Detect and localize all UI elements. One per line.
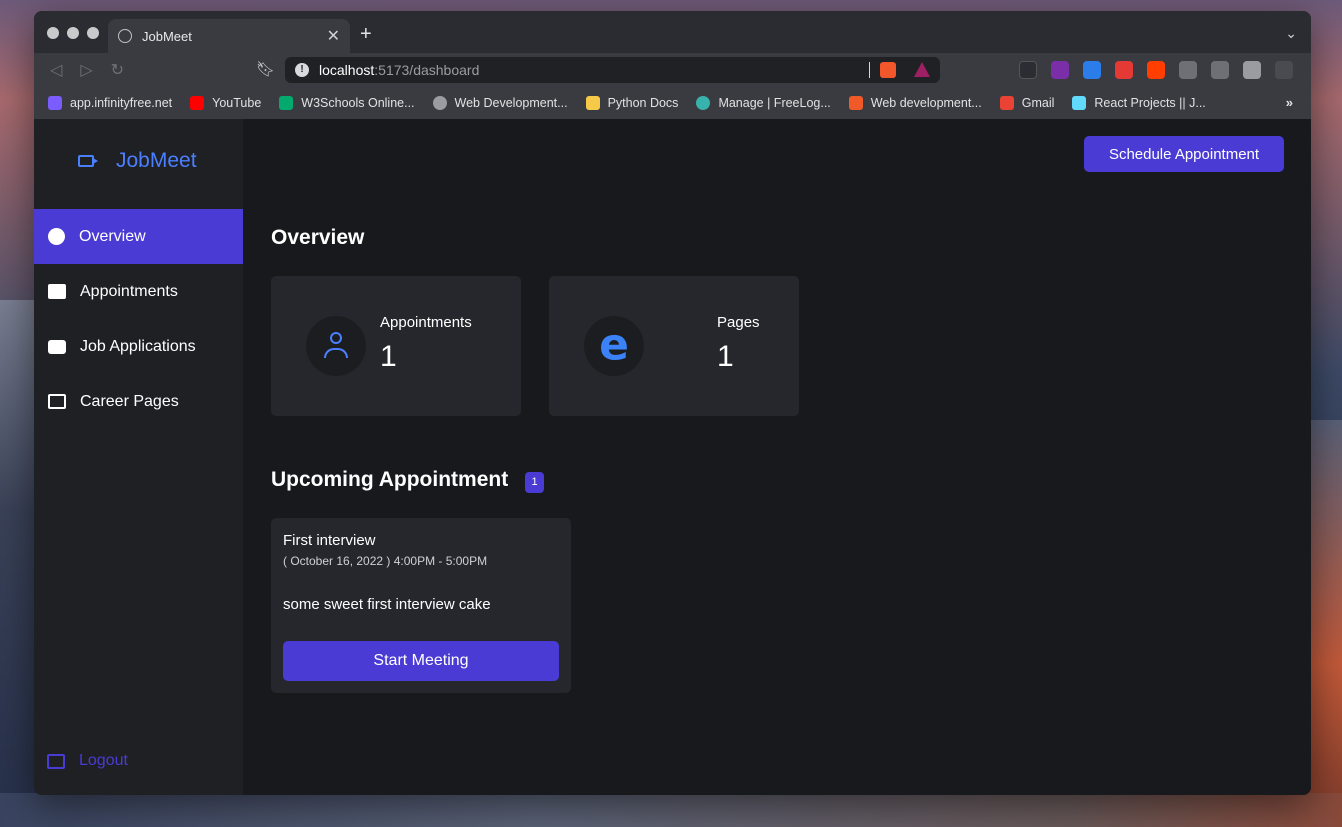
bookmark-item[interactable]: W3Schools Online...: [279, 96, 415, 110]
minimize-window-button[interactable]: [67, 27, 79, 39]
url-path: :5173/dashboard: [374, 62, 480, 78]
app-root: JobMeet Overview Appointments Job Applic…: [34, 119, 1311, 795]
sidebar-icon[interactable]: [1211, 61, 1229, 79]
extensions-bar: [1019, 61, 1293, 79]
sidebar-item-appointments[interactable]: Appointments: [34, 264, 243, 319]
youtube-icon: [190, 96, 205, 110]
nav-buttons: ◁ ▷ ↻: [50, 60, 124, 80]
briefcase-icon: [48, 339, 66, 354]
stat-label: Pages: [717, 314, 760, 331]
tab-jobmeet[interactable]: JobMeet ✕: [108, 19, 350, 53]
bookmark-item[interactable]: React Projects || J...: [1072, 96, 1206, 110]
desktop-wallpaper-bottom: [0, 793, 1342, 827]
appointment-description: some sweet first interview cake: [283, 596, 491, 613]
chevron-down-icon[interactable]: ⌄: [1285, 25, 1297, 42]
brave-rewards-icon[interactable]: [914, 62, 930, 77]
bookmarks-bar: app.infinityfree.net YouTube W3Schools O…: [34, 87, 1311, 119]
desktop-wallpaper-right: [1306, 420, 1342, 827]
wallet-icon[interactable]: [1243, 61, 1261, 79]
globe-icon: [432, 96, 447, 110]
sidebar-item-label: Appointments: [80, 282, 178, 300]
close-window-button[interactable]: [47, 27, 59, 39]
edge-icon: e: [599, 319, 629, 371]
globe-icon: [118, 29, 132, 43]
webdev-icon: [848, 96, 863, 110]
react-icon: [1072, 96, 1087, 110]
freelogo-icon: [696, 96, 711, 110]
appointment-datetime: ( October 16, 2022 ) 4:00PM - 5:00PM: [283, 554, 488, 568]
puzzle-icon[interactable]: [1179, 61, 1197, 79]
sidebar-item-label: Job Applications: [80, 337, 196, 355]
brave-shield-icon[interactable]: [880, 62, 896, 78]
url-host: localhost: [319, 62, 375, 78]
browser-toolbar: ◁ ▷ ↻ 🔖︎ ! localhost :5173/dashboard: [34, 53, 1311, 87]
bookmark-item[interactable]: Web development...: [848, 96, 982, 110]
sidebar-item-career-pages[interactable]: Career Pages: [34, 374, 243, 429]
extension-icon[interactable]: [1051, 61, 1069, 79]
bookmark-item[interactable]: Manage | FreeLog...: [696, 96, 831, 110]
stat-icon-circle: [306, 316, 366, 376]
appointment-card: First interview ( October 16, 2022 ) 4:0…: [271, 518, 571, 693]
start-meeting-button[interactable]: Start Meeting: [283, 641, 559, 681]
stat-value: 1: [380, 340, 397, 373]
tab-title: JobMeet: [142, 28, 192, 44]
section-title: Upcoming Appointment: [271, 468, 509, 491]
close-tab-icon[interactable]: ✕: [327, 26, 340, 46]
extension-icon[interactable]: [1019, 61, 1037, 79]
infinityfree-icon: [48, 96, 62, 110]
w3schools-icon: [279, 96, 294, 110]
video-camera-icon: [78, 155, 98, 167]
menu-icon[interactable]: [1275, 61, 1293, 79]
logout-icon: [47, 753, 65, 769]
bookmark-icon[interactable]: 🔖︎: [256, 60, 275, 78]
gmail-icon: [999, 96, 1014, 110]
browser-window: JobMeet ✕ + ⌄ ◁ ▷ ↻ 🔖︎ ! localhost :5173…: [34, 11, 1311, 795]
bookmark-item[interactable]: Web Development...: [432, 96, 568, 110]
info-icon[interactable]: !: [295, 63, 309, 77]
sidebar-item-label: Career Pages: [80, 392, 179, 410]
back-icon[interactable]: ◁: [50, 60, 62, 80]
bookmark-item[interactable]: Python Docs: [585, 96, 678, 110]
schedule-appointment-button[interactable]: Schedule Appointment: [1084, 136, 1284, 172]
divider: [869, 62, 870, 78]
appointment-title: First interview: [283, 532, 376, 549]
maximize-window-button[interactable]: [87, 27, 99, 39]
forward-icon[interactable]: ▷: [80, 60, 92, 80]
stat-label: Appointments: [380, 314, 472, 331]
more-bookmarks-button[interactable]: »: [1286, 95, 1293, 110]
bookmark-item[interactable]: app.infinityfree.net: [48, 96, 172, 110]
sidebar-menu: Overview Appointments Job Applications C…: [34, 209, 243, 429]
svelte-icon[interactable]: [1147, 61, 1165, 79]
sidebar-item-job-applications[interactable]: Job Applications: [34, 319, 243, 374]
logout-link[interactable]: Logout: [47, 752, 128, 770]
stat-card-pages: e Pages 1: [549, 276, 799, 416]
bookmark-item[interactable]: Gmail: [999, 96, 1054, 110]
count-badge: 1: [525, 472, 544, 493]
brand-logo[interactable]: JobMeet: [78, 149, 197, 173]
python-icon: [585, 96, 600, 110]
stat-icon-circle: e: [584, 316, 644, 376]
main-content: Schedule Appointment Overview Appointmen…: [243, 119, 1311, 795]
extension-icon[interactable]: [1115, 61, 1133, 79]
address-bar[interactable]: ! localhost :5173/dashboard: [285, 57, 940, 83]
window-controls: [47, 27, 99, 39]
calendar-icon: [48, 284, 66, 299]
reload-icon[interactable]: ↻: [111, 60, 124, 80]
extension-icon[interactable]: [1083, 61, 1101, 79]
dashboard-icon: [48, 228, 65, 245]
logout-label: Logout: [79, 752, 128, 769]
tab-bar: JobMeet ✕ + ⌄: [34, 11, 1311, 53]
sidebar-item-label: Overview: [79, 227, 146, 245]
stat-card-appointments: Appointments 1: [271, 276, 521, 416]
brand-name: JobMeet: [116, 149, 197, 172]
person-icon: [323, 332, 349, 360]
window-icon: [48, 394, 66, 409]
sidebar-item-overview[interactable]: Overview: [34, 209, 243, 264]
page-title: Overview: [271, 226, 365, 249]
stat-value: 1: [717, 340, 734, 373]
bookmark-item[interactable]: YouTube: [190, 96, 261, 110]
new-tab-button[interactable]: +: [360, 23, 372, 46]
sidebar: JobMeet Overview Appointments Job Applic…: [34, 119, 243, 795]
